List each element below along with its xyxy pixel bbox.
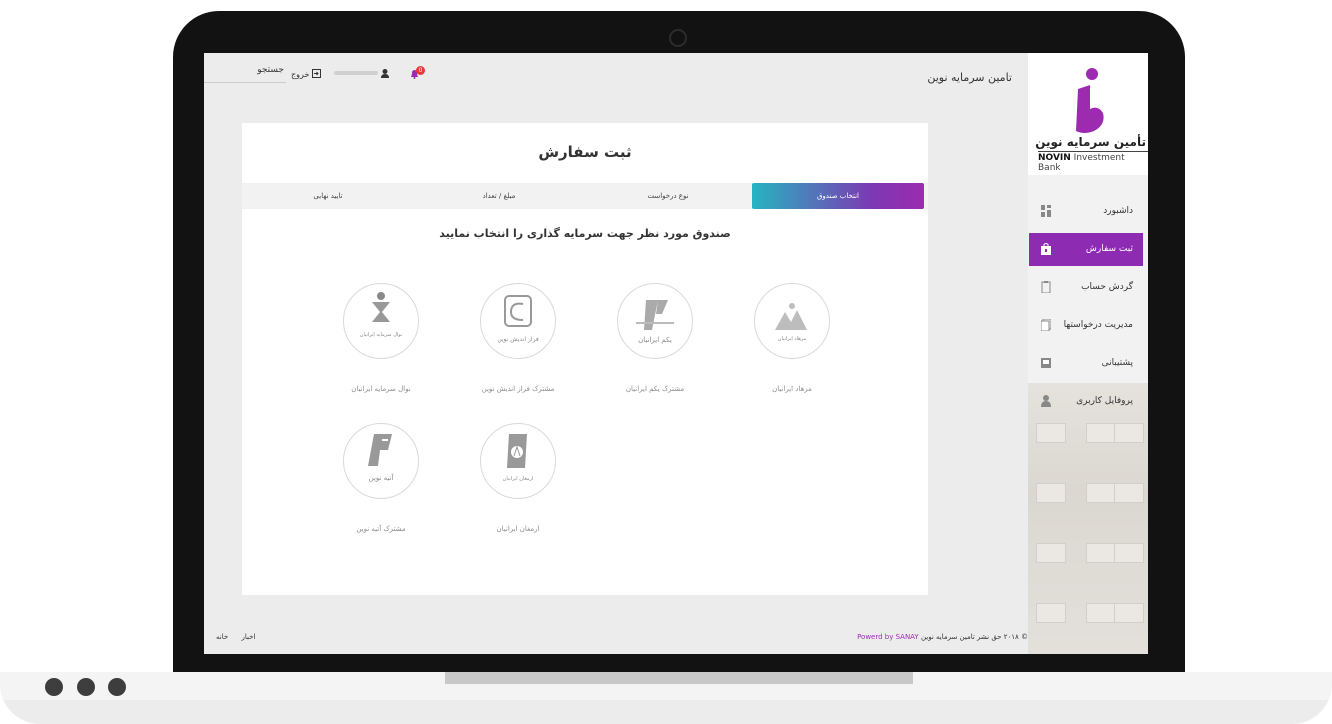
footer-copyright: © ۲۰۱۸ حق نشر تامین سرمایه نوین Powerd b… [857, 633, 1028, 641]
sidebar-item-label: مدیریت درخواستها [1063, 320, 1133, 330]
window-dot [108, 678, 126, 696]
sidebar-item-dashboard[interactable]: داشبورد [1029, 195, 1143, 228]
sidebar: تأمین سرمایه نوین NOVIN Investment Bank … [1028, 53, 1148, 654]
fund-logo-mark-icon [504, 295, 532, 327]
fund-logo-text: مرهاد ایرانیان [777, 336, 807, 342]
clipboard-icon [1041, 281, 1051, 293]
sidebar-item-support[interactable]: پشتیبانی [1029, 347, 1143, 380]
user-icon [380, 69, 389, 78]
window-dot [77, 678, 95, 696]
search-input[interactable]: جستجو [204, 65, 286, 83]
username-placeholder [334, 71, 378, 75]
powered-by-link[interactable]: Powerd by SANAY [857, 633, 919, 641]
footer-link-home[interactable]: خانه [216, 633, 228, 641]
brand-logo[interactable]: تأمین سرمایه نوین NOVIN Investment Bank [1028, 53, 1148, 175]
window-dot [45, 678, 63, 696]
page-title: ثبت سفارش [538, 143, 632, 161]
step-request-type[interactable]: نوع درخواست [584, 183, 752, 209]
laptop-hinge [445, 672, 913, 684]
fund-logo: ارمغان ایرانیان [480, 423, 556, 499]
fund-selection-prompt: صندوق مورد نظر جهت سرمایه گذاری را انتخا… [439, 227, 731, 240]
fund-logo-text: آتیه نوین [368, 474, 394, 482]
documents-icon [1041, 319, 1051, 331]
footer-link-news[interactable]: اخبار [242, 633, 256, 641]
fund-label: مشترک آتیه نوین [356, 525, 406, 533]
notification-badge: 0 [416, 66, 425, 75]
step-select-fund[interactable]: انتخاب صندوق [752, 183, 924, 209]
logout-icon [311, 69, 321, 78]
order-card: ثبت سفارش تایید نهایی مبلغ / تعداد نوع د… [242, 123, 928, 595]
logout-button[interactable]: خروج [291, 69, 321, 79]
user-icon [1041, 395, 1051, 407]
sidebar-item-label: پشتیبانی [1101, 358, 1133, 368]
shopping-bag-icon [1041, 243, 1051, 255]
app-title: تامین سرمایه نوین [927, 71, 1012, 84]
support-icon [1041, 358, 1051, 368]
fund-logo: یکم ایرانیان [617, 283, 693, 359]
fund-logo-text: یکم ایرانیان [638, 336, 672, 344]
step-final-confirm[interactable]: تایید نهایی [242, 183, 414, 209]
footer: اخبار خانه © ۲۰۱۸ حق نشر تامین سرمایه نو… [204, 629, 1028, 649]
sidebar-item-label: داشبورد [1103, 206, 1133, 216]
sidebar-item-label: پروفایل کاربری [1076, 396, 1133, 406]
sidebar-background-image [1028, 383, 1148, 654]
fund-logo-text: فراز اندیش نوین [497, 336, 539, 343]
sidebar-item-label: گردش حساب [1081, 282, 1133, 292]
sidebar-item-user-profile[interactable]: پروفایل کاربری [1029, 385, 1143, 418]
sidebar-item-label: ثبت سفارش [1085, 244, 1133, 254]
fund-label: ارمغان ایرانیان [496, 525, 540, 533]
order-steps: تایید نهایی مبلغ / تعداد نوع درخواست انت… [242, 183, 928, 209]
step-amount[interactable]: مبلغ / تعداد [414, 183, 584, 209]
fund-label: مشترک فراز اندیش نوین [481, 385, 555, 393]
fund-logo-mark-icon [372, 292, 390, 322]
fund-logo-mark-icon [507, 434, 527, 468]
fund-logo-text: نوال سرمایه ایرانیان [359, 332, 403, 338]
fund-logo-mark-icon [636, 300, 674, 330]
fund-label: نوال سرمایه ایرانیان [351, 385, 411, 393]
fund-label: مرهاد ایرانیان [772, 385, 812, 393]
user-menu[interactable] [334, 69, 389, 79]
sidebar-item-place-order[interactable]: ثبت سفارش [1029, 233, 1143, 266]
sidebar-item-request-management[interactable]: مدیریت درخواستها [1029, 309, 1143, 342]
fund-logo: مرهاد ایرانیان [754, 283, 830, 359]
fund-label: مشترک یکم ایرانیان [625, 385, 685, 393]
camera [669, 29, 687, 47]
fund-logo-text: ارمغان ایرانیان [502, 476, 534, 482]
dashboard-icon [1041, 205, 1051, 217]
footer-links: اخبار خانه [216, 633, 255, 641]
logout-label: خروج [291, 70, 310, 79]
logo-i-icon [1076, 68, 1104, 133]
fund-logo: نوال سرمایه ایرانیان [343, 283, 419, 359]
app-screen: تأمین سرمایه نوین NOVIN Investment Bank … [204, 53, 1148, 654]
fund-logo: آتیه نوین [343, 423, 419, 499]
logo-english-text: NOVIN Investment Bank [1038, 151, 1148, 173]
fund-logo-mark-icon [368, 434, 392, 466]
sidebar-item-account-turnover[interactable]: گردش حساب [1029, 271, 1143, 304]
fund-logo: فراز اندیش نوین [480, 283, 556, 359]
logo-persian-text: تأمین سرمایه نوین [1035, 135, 1146, 149]
